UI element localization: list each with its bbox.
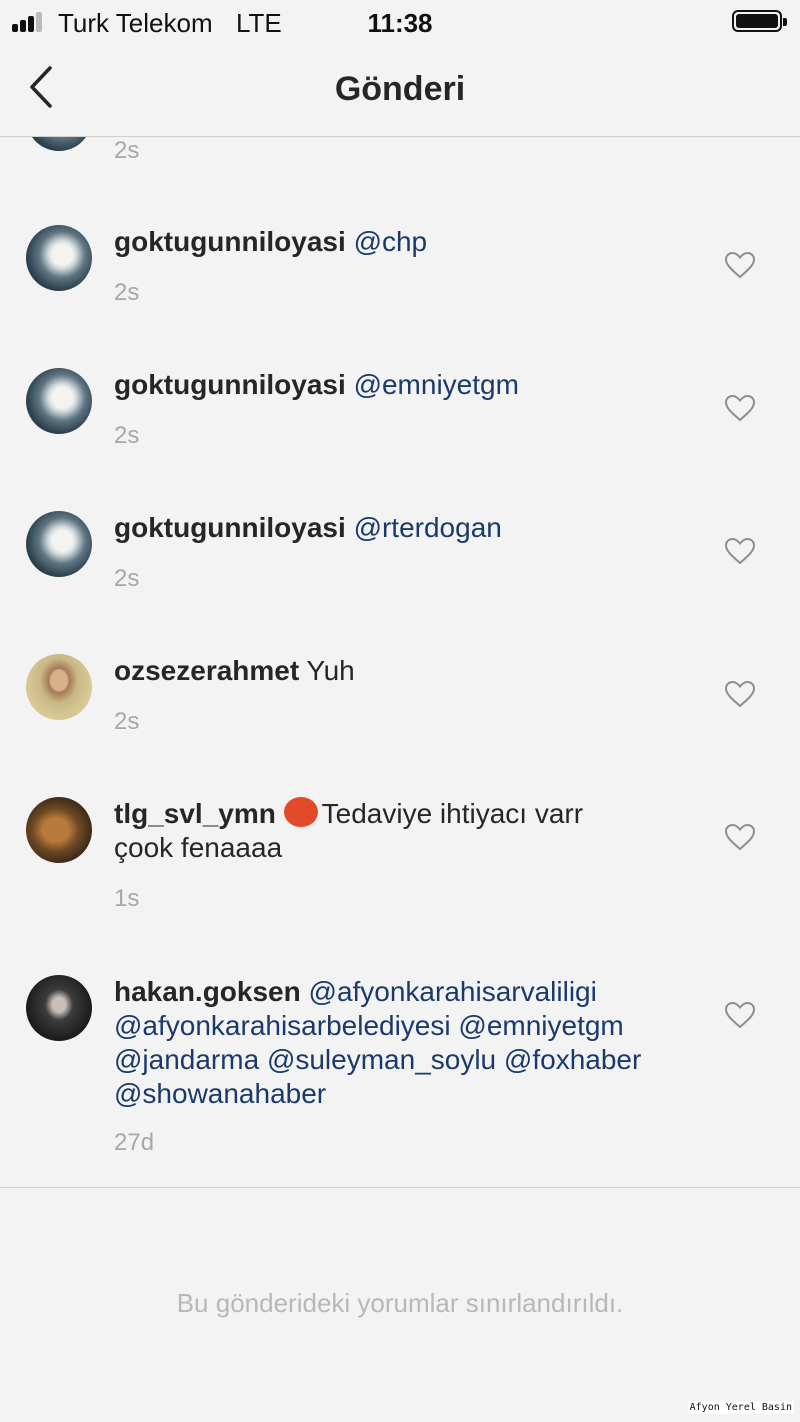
comment-mention[interactable]: @emniyetgm [354, 369, 519, 400]
comment-body: goktugunniloyasi @rterdogan [114, 511, 704, 545]
angry-face-emoji-icon [283, 797, 318, 827]
comment-list[interactable]: 2s goktugunniloyasi @chp 2s goktugunnilo… [0, 137, 800, 1187]
nav-bar: Gönderi [0, 46, 800, 137]
page-title: Gönderi [334, 70, 466, 108]
like-heart-icon[interactable] [724, 251, 756, 279]
like-heart-icon[interactable] [724, 394, 756, 422]
flower-avatar[interactable] [26, 137, 92, 151]
comment-username[interactable]: goktugunniloyasi [114, 512, 346, 543]
comment-age: 2s [114, 422, 140, 449]
clock: 11:38 [367, 8, 433, 38]
comment-username[interactable]: ozsezerahmet [114, 655, 299, 686]
comment-username[interactable]: goktugunniloyasi [114, 226, 346, 257]
comment-mention[interactable]: @emniyetgm [458, 1010, 623, 1041]
comment-mention[interactable]: @foxhaber [504, 1044, 641, 1075]
comment-body: goktugunniloyasi @chp [114, 225, 704, 259]
comments-restricted-note: Bu gönderideki yorumlar sınırlandırıldı. [176, 1288, 624, 1318]
divider [0, 1187, 800, 1188]
flower-avatar[interactable] [26, 511, 92, 577]
comment-body: goktugunniloyasi @emniyetgm [114, 368, 704, 402]
comment-body: ozsezerahmet Yuh [114, 654, 704, 688]
comment-age: 2s [114, 565, 140, 592]
comment-age: 2s [114, 279, 140, 306]
comment-body: hakan.goksen @afyonkarahisarvaliligi @af… [114, 975, 704, 1111]
comment-username[interactable]: hakan.goksen [114, 976, 301, 1007]
watermark: Afyon Yerel Basin [687, 1401, 794, 1414]
comment-mention[interactable]: @suleyman_soylu [267, 1044, 496, 1075]
like-heart-icon[interactable] [724, 823, 756, 851]
comment-age: 27d [114, 1129, 155, 1156]
like-heart-icon[interactable] [724, 537, 756, 565]
man-avatar[interactable] [26, 975, 92, 1041]
comment-mention[interactable]: @showanahaber [114, 1078, 326, 1109]
comment-mention[interactable]: @jandarma [114, 1044, 259, 1075]
status-bar: Turk Telekom LTE 11:38 [0, 0, 800, 46]
comment-mention[interactable]: @chp [354, 226, 428, 257]
comment-body: tlg_svl_ymn Tedaviye ihtiyacı varr çook … [114, 797, 704, 865]
comment-text: Tedaviye ihtiyacı varr [321, 798, 584, 829]
comment-age: 2s [114, 708, 140, 735]
comment-text: çook fenaaaa [114, 832, 283, 863]
man-avatar[interactable] [26, 654, 92, 720]
like-heart-icon[interactable] [724, 1001, 756, 1029]
cat-avatar[interactable] [26, 797, 92, 863]
flower-avatar[interactable] [26, 368, 92, 434]
comment-age: 2s [114, 137, 140, 164]
comment-username[interactable]: tlg_svl_ymn [114, 798, 276, 829]
comment-mention[interactable]: @rterdogan [354, 512, 502, 543]
battery-icon [732, 10, 787, 32]
comment-mention[interactable]: @afyonkarahisarbelediyesi [114, 1010, 451, 1041]
comment-text: Yuh [306, 655, 355, 686]
comment-mention[interactable]: @afyonkarahisarvaliligi [309, 976, 597, 1007]
comment-username[interactable]: goktugunniloyasi [114, 369, 346, 400]
flower-avatar[interactable] [26, 225, 92, 291]
comment-age: 1s [114, 885, 140, 912]
like-heart-icon[interactable] [724, 680, 756, 708]
